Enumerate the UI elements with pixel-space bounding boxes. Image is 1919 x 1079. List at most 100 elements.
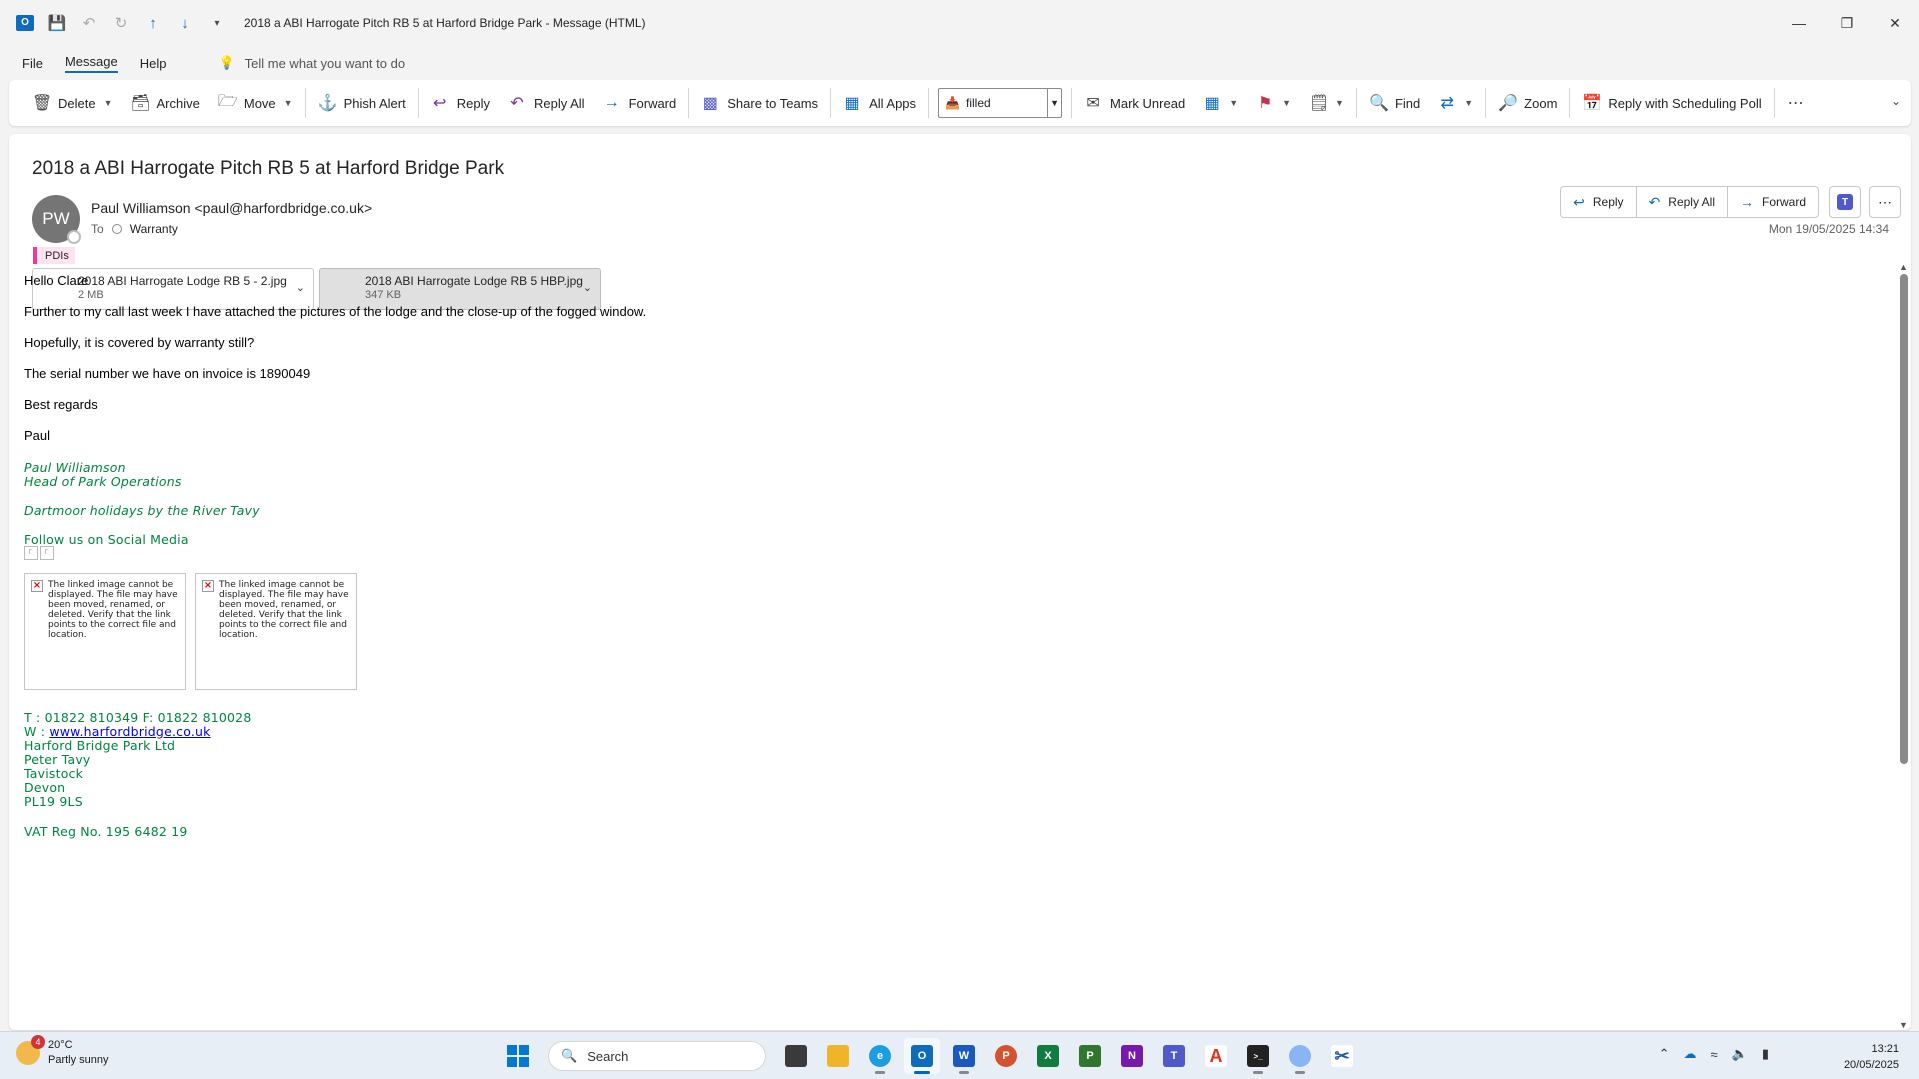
teams-chat-button[interactable]: T [1829, 186, 1861, 218]
forward-button[interactable]: → Forward [594, 86, 686, 120]
scroll-down-icon[interactable]: ▼ [1899, 1020, 1908, 1030]
customize-qat-icon[interactable]: ▾ [204, 10, 230, 36]
website-link[interactable]: www.harfordbridge.co.uk [49, 724, 210, 739]
undo-icon[interactable]: ↶ [76, 10, 102, 36]
tab-message[interactable]: Message [64, 54, 118, 73]
project-button[interactable]: P [1072, 1038, 1108, 1074]
phish-alert-label: Phish Alert [343, 95, 406, 111]
powerpoint-icon: P [995, 1045, 1017, 1067]
chevron-down-icon: ▼ [1464, 98, 1474, 108]
acrobat-button[interactable]: A [1198, 1038, 1234, 1074]
weather-temperature: 20°C [48, 1039, 73, 1051]
forward-icon: → [1739, 194, 1754, 210]
chevron-down-icon[interactable]: ⌄ [583, 281, 592, 294]
edge-icon: e [869, 1045, 891, 1067]
policy-button[interactable]: 🗒 ▼ [1300, 86, 1353, 120]
follow-up-button[interactable]: ⚑ ▼ [1247, 86, 1300, 120]
minimize-button[interactable]: — [1775, 0, 1823, 46]
taskbar-search[interactable]: 🔍 Search [548, 1041, 766, 1071]
lightbulb-icon: 💡 [218, 55, 235, 70]
restore-button[interactable]: ❐ [1823, 0, 1871, 46]
battery-icon[interactable]: ▮ [1762, 1046, 1769, 1062]
powerpoint-button[interactable]: P [988, 1038, 1024, 1074]
ribbon-collapse-chevron-icon[interactable]: ⌄ [1891, 94, 1901, 108]
terminal-icon: >_ [1247, 1045, 1269, 1067]
system-tray: ⌃ ☁ ≈ 🔈 ▮ [1659, 1046, 1769, 1062]
excel-icon: X [1037, 1045, 1059, 1067]
find-button[interactable]: 🔍 Find [1360, 86, 1429, 120]
signature-company: Harford Bridge Park Ltd [24, 738, 176, 753]
chevron-up-icon[interactable]: ⌃ [1659, 1046, 1670, 1062]
clock[interactable]: 13:21 20/05/2025 [1844, 1041, 1899, 1073]
reply-all-button[interactable]: ↶ Reply All [499, 86, 594, 120]
zoom-button[interactable]: 🔎 Zoom [1489, 86, 1566, 120]
all-apps-button[interactable]: ▦ All Apps [834, 86, 925, 120]
save-icon[interactable]: 💾 [44, 10, 70, 36]
signature-role: Head of Park Operations [24, 474, 182, 489]
reading-pane: 2018 a ABI Harrogate Pitch RB 5 at Harfo… [9, 134, 1911, 1030]
wifi-icon[interactable]: ≈ [1711, 1047, 1718, 1062]
tab-file[interactable]: File [22, 56, 43, 71]
reply-with-scheduling-poll-button[interactable]: 📅 Reply with Scheduling Poll [1573, 86, 1770, 120]
next-item-icon[interactable]: ↓ [172, 10, 198, 36]
broken-image-icon[interactable]: ┌ [40, 546, 54, 560]
chevron-down-icon[interactable]: ▼ [104, 98, 113, 108]
redo-icon[interactable]: ↻ [108, 10, 134, 36]
close-button[interactable]: ✕ [1871, 0, 1919, 46]
chevron-down-icon: ▼ [283, 98, 293, 108]
translate-button[interactable]: ⇄ ▼ [1429, 86, 1482, 120]
chevron-down-icon[interactable]: ▼ [1047, 89, 1061, 117]
broken-image-icon[interactable]: ┌ [24, 546, 38, 560]
archive-icon: 🗃 [130, 95, 151, 112]
teams-button[interactable]: T [1156, 1038, 1192, 1074]
notification-badge: 4 [31, 1035, 45, 1049]
fishhook-icon: ⚓ [317, 95, 338, 112]
move-button[interactable]: 🗁 Move ▼ [209, 86, 302, 120]
excel-button[interactable]: X [1030, 1038, 1066, 1074]
onedrive-icon[interactable]: ☁ [1684, 1046, 1697, 1062]
forward-button[interactable]: → Forward [1728, 187, 1818, 217]
weather-widget[interactable]: 4 20°C Partly sunny [16, 1035, 109, 1068]
scrollbar[interactable]: ▲ ▼ [1897, 262, 1911, 1030]
share-to-teams-button[interactable]: ▩ Share to Teams [692, 86, 827, 120]
previous-item-icon[interactable]: ↑ [140, 10, 166, 36]
archive-button[interactable]: 🗃 Archive [122, 86, 209, 120]
chevron-down-icon[interactable]: ⌄ [296, 281, 305, 294]
scroll-up-icon[interactable]: ▲ [1899, 262, 1908, 272]
signature-social: Follow us on Social Media [24, 532, 189, 547]
more-actions-button[interactable]: ⋯ [1869, 186, 1901, 218]
recipient[interactable]: Warranty [130, 222, 178, 236]
file-explorer-button[interactable] [820, 1038, 856, 1074]
presence-indicator [67, 230, 81, 244]
translate-icon: ⇄ [1440, 95, 1454, 112]
reply-all-button[interactable]: ↶ Reply All [1637, 187, 1728, 217]
categorize-button[interactable]: ▦ ▼ [1194, 86, 1247, 120]
apps-grid-icon: ▦ [844, 95, 860, 112]
quick-steps-dropdown[interactable]: 📥 filled ▼ [938, 88, 1063, 118]
snipping-tool-button[interactable]: ✂ [1324, 1038, 1360, 1074]
task-view-button[interactable] [778, 1038, 814, 1074]
phish-alert-button[interactable]: ⚓ Phish Alert [309, 86, 415, 120]
onenote-button[interactable]: N [1114, 1038, 1150, 1074]
mark-unread-button[interactable]: ✉ Mark Unread [1075, 86, 1194, 120]
delete-button[interactable]: 🗑 Delete ▼ [23, 86, 122, 120]
reply-button[interactable]: ↩ Reply [422, 86, 499, 120]
more-commands-button[interactable]: ⋯ [1778, 86, 1814, 120]
signature-phone: T : 01822 810349 F: 01822 810028 [24, 710, 252, 725]
scrollbar-thumb[interactable] [1900, 274, 1908, 764]
tell-me-search[interactable]: 💡 Tell me what you want to do [218, 55, 405, 71]
category-badge[interactable]: PDIs [33, 247, 75, 264]
sender[interactable]: Paul Williamson <paul@harfordbridge.co.u… [91, 200, 372, 216]
volume-icon[interactable]: 🔈 [1732, 1046, 1748, 1062]
browser-button[interactable] [1282, 1038, 1318, 1074]
chevron-down-icon: ▼ [1335, 98, 1344, 108]
edge-button[interactable]: e [862, 1038, 898, 1074]
word-button[interactable]: W [946, 1038, 982, 1074]
tab-help[interactable]: Help [140, 56, 167, 71]
outlook-button[interactable]: O [904, 1038, 940, 1074]
reply-button[interactable]: ↩ Reply [1561, 187, 1637, 217]
terminal-button[interactable]: >_ [1240, 1038, 1276, 1074]
attachment-size: 347 KB [365, 289, 402, 301]
broken-linked-image: × The linked image cannot be displayed. … [195, 573, 357, 690]
start-button[interactable] [500, 1038, 536, 1074]
